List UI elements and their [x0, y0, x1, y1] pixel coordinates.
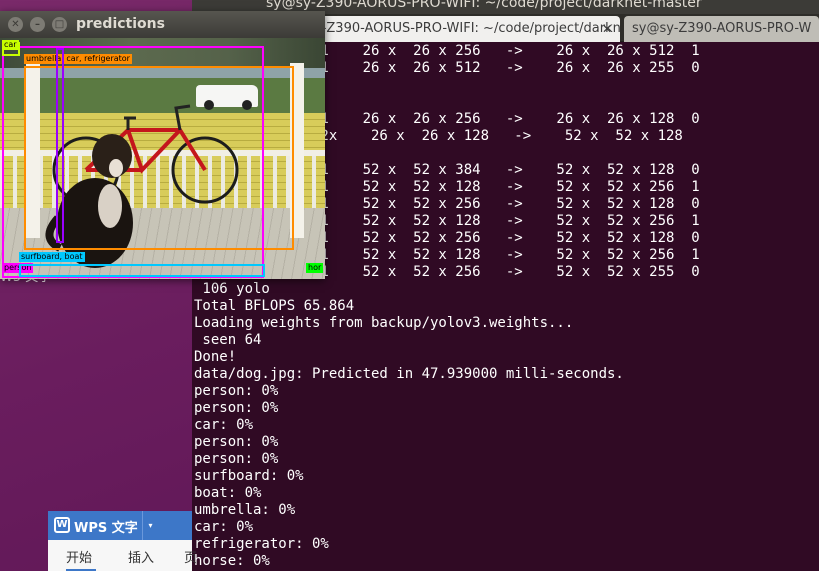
wps-tab-home[interactable]: 开始 — [66, 547, 97, 571]
terminal-title: sy@sy-Z390-AORUS-PRO-WIFI: ~/code/projec… — [266, 0, 702, 11]
terminal-line: seen 64 — [194, 332, 262, 348]
terminal-line: car: 0% — [194, 417, 254, 433]
chevron-down-icon[interactable]: ▾ — [142, 511, 158, 540]
tab-close-icon[interactable]: ✕ — [600, 22, 614, 36]
detection-label-horse: hor — [306, 263, 324, 273]
terminal-line: car: 0% — [194, 519, 254, 535]
predictions-titlebar[interactable]: ✕ – □ predictions — [0, 11, 325, 38]
wps-header: W WPS 文字 ▾ — [48, 511, 192, 540]
terminal-line: surfboard: 0% — [194, 468, 304, 484]
terminal-line: person: 0% — [194, 434, 279, 450]
terminal-line: person: 0% — [194, 383, 279, 399]
terminal-tab-label: sy@sy-Z390-AORUS-PRO-WIFI: ~/code/projec… — [280, 21, 620, 36]
minimize-icon[interactable]: – — [30, 17, 45, 32]
detection-label-car: car — [2, 40, 19, 50]
terminal-tab-inactive[interactable]: sy@sy-Z390-AORUS-PRO-W — [624, 16, 819, 42]
maximize-icon[interactable]: □ — [52, 17, 67, 32]
detection-label-surfboard: surfboard, boat — [19, 252, 85, 262]
wps-logo-icon: W — [54, 517, 70, 533]
detection-box-surfboard — [19, 264, 265, 277]
predictions-title: predictions — [76, 16, 165, 32]
terminal-tab-label: sy@sy-Z390-AORUS-PRO-W — [632, 21, 812, 36]
predictions-window[interactable]: ✕ – □ predictions umbrella, car, refrige… — [0, 11, 325, 279]
close-icon[interactable]: ✕ — [8, 17, 23, 32]
wps-tab-insert[interactable]: 插入 — [128, 547, 154, 566]
wps-app-name[interactable]: WPS 文字 — [74, 517, 138, 536]
terminal-line: refrigerator: 0% — [194, 536, 329, 552]
wps-ribbon-tabs: 开始 插入 页 — [48, 540, 197, 571]
detection-box-extra — [56, 48, 64, 243]
terminal-line: person: 0% — [194, 400, 279, 416]
wps-tab-page[interactable]: 页 — [184, 547, 197, 566]
detection-box-person — [2, 46, 264, 278]
terminal-line: Total BFLOPS 65.864 — [194, 298, 355, 314]
terminal-line: boat: 0% — [194, 485, 262, 501]
prediction-image: umbrella, car, refrigerator person surfb… — [0, 38, 325, 279]
terminal-line: horse: 0% — [194, 553, 270, 569]
terminal-line: Done! — [194, 349, 237, 365]
terminal-line: 106 yolo — [194, 281, 270, 297]
terminal-line: data/dog.jpg: Predicted in 47.939000 mil… — [194, 366, 624, 382]
wps-window[interactable]: W WPS 文字 ▾ 开始 插入 页 — [48, 511, 197, 571]
terminal-line: umbrella: 0% — [194, 502, 296, 518]
terminal-line: person: 0% — [194, 451, 279, 467]
terminal-line: Loading weights from backup/yolov3.weigh… — [194, 315, 574, 331]
